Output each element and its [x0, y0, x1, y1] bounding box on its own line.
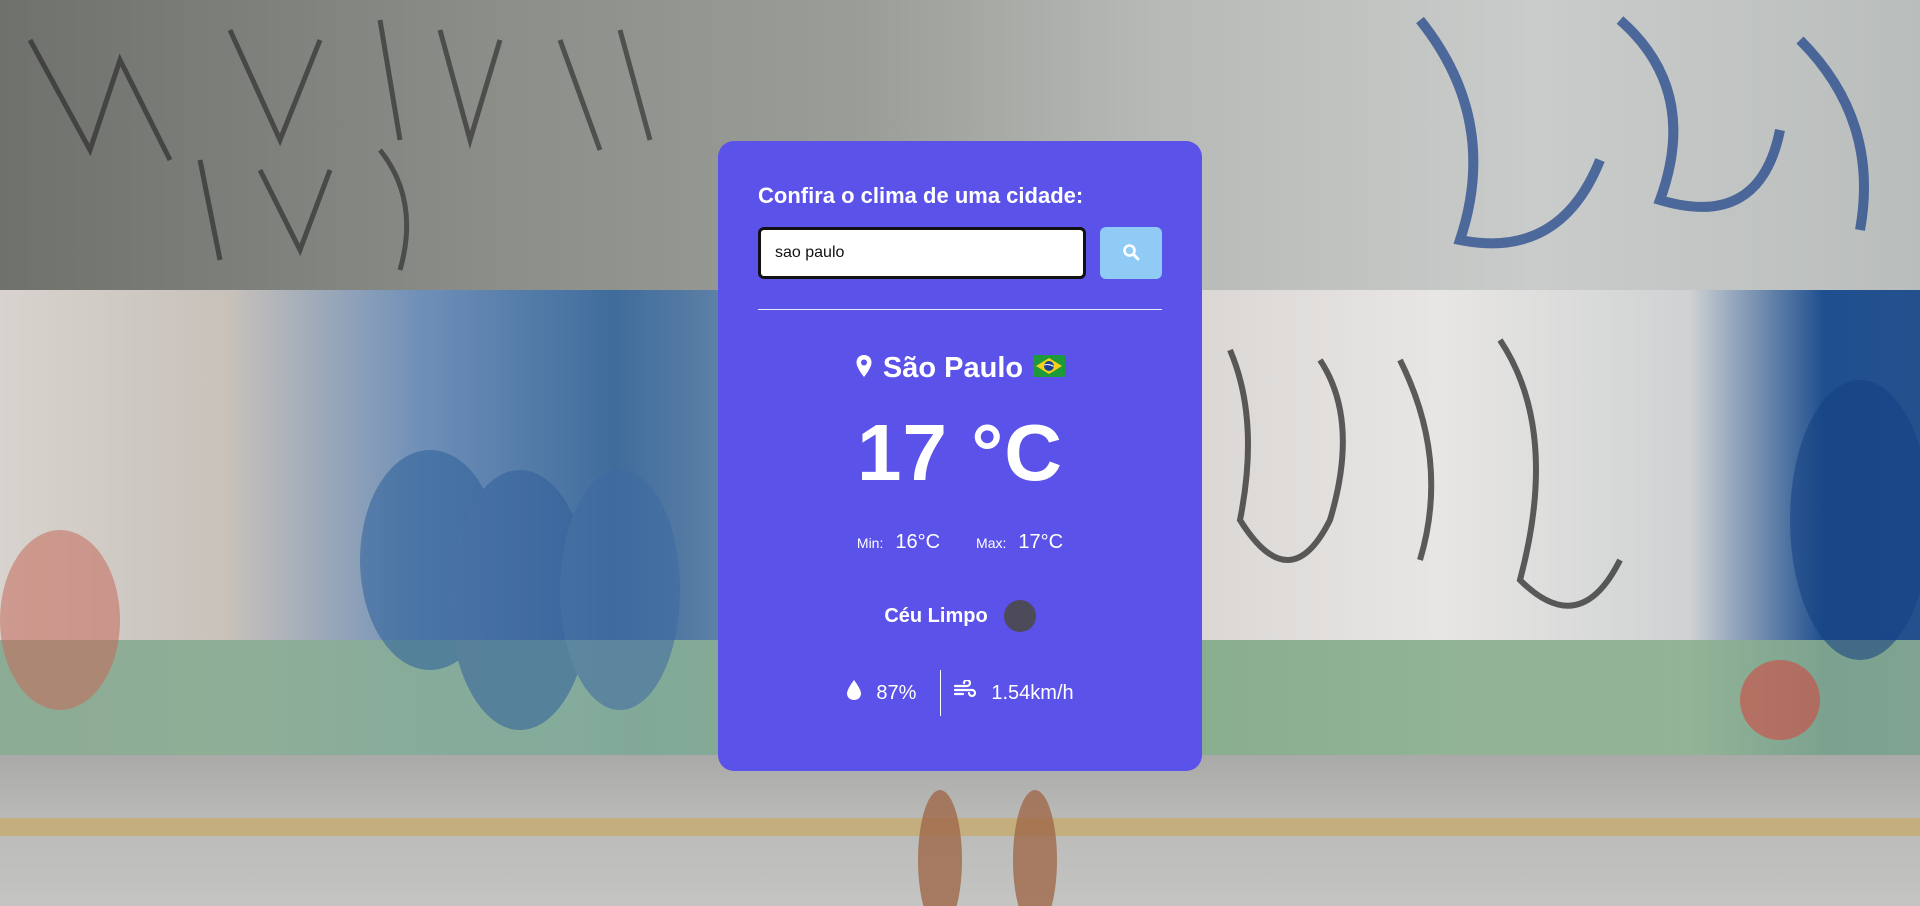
- weather-condition-icon: [1003, 600, 1036, 632]
- temperature: 17 °C: [758, 413, 1162, 493]
- country-flag-icon: [1033, 355, 1066, 382]
- divider: [758, 309, 1162, 310]
- stats-divider: [940, 670, 942, 716]
- city-search-input[interactable]: [758, 227, 1086, 279]
- wind-value: 1.54km/h: [991, 681, 1074, 704]
- search-button[interactable]: [1100, 227, 1162, 279]
- max-label: Max:: [976, 535, 1007, 551]
- search-icon: [1122, 243, 1140, 264]
- temperature-value: 17: [857, 408, 948, 497]
- weather-card: Confira o clima de uma cidade: São Paulo: [718, 141, 1202, 771]
- min-label: Min:: [856, 535, 884, 551]
- humidity-value: 87%: [876, 681, 917, 704]
- min-max-row: Min: 16°C Max: 17°C: [758, 531, 1162, 554]
- card-title: Confira o clima de uma cidade:: [758, 183, 1084, 208]
- stats-row: 87% 1.54km/h: [758, 670, 1162, 716]
- city-name: São Paulo: [882, 352, 1024, 384]
- weather-data: São Paulo 17 °C Min: 16°C Max: 17°C Céu …: [758, 352, 1162, 716]
- weather-description: Céu Limpo: [884, 604, 988, 627]
- droplet-icon: [846, 679, 862, 707]
- min-value: 16°C: [895, 531, 941, 553]
- humidity-stat: 87%: [846, 679, 916, 707]
- city-row: São Paulo: [758, 352, 1162, 385]
- wind-stat: 1.54km/h: [953, 678, 1074, 706]
- search-row: [758, 227, 1162, 279]
- temperature-unit: °C: [971, 408, 1063, 497]
- wind-icon: [953, 678, 977, 706]
- map-pin-icon: [855, 354, 873, 383]
- description-row: Céu Limpo: [758, 600, 1162, 632]
- max-value: 17°C: [1018, 531, 1064, 553]
